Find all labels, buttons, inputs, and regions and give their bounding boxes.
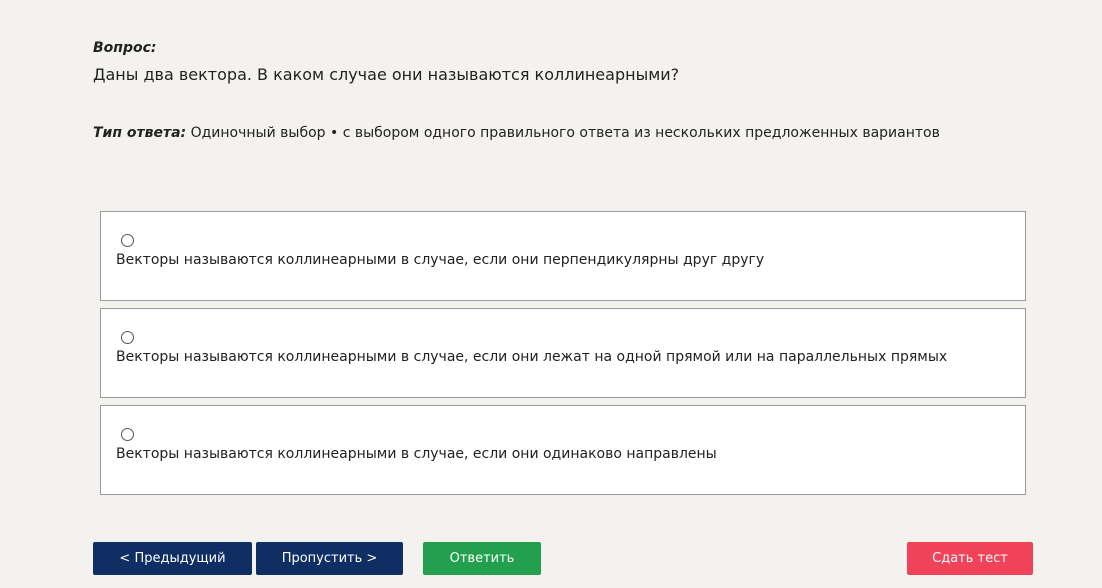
question-label: Вопрос: bbox=[93, 40, 157, 56]
radio-button[interactable] bbox=[121, 331, 134, 344]
answer-type-value: Одиночный выбор • с выбором одного прави… bbox=[186, 125, 940, 141]
answer-type: Тип ответа: Одиночный выбор • с выбором … bbox=[93, 125, 940, 141]
answer-option-text: Векторы называются коллинеарными в случа… bbox=[116, 252, 765, 268]
answer-button[interactable]: Ответить bbox=[423, 542, 541, 575]
radio-button[interactable] bbox=[121, 234, 134, 247]
previous-button[interactable]: < Предыдущий bbox=[93, 542, 252, 575]
answer-option[interactable]: Векторы называются коллинеарными в случа… bbox=[100, 211, 1026, 301]
answer-option[interactable]: Векторы называются коллинеарными в случа… bbox=[100, 405, 1026, 495]
radio-button[interactable] bbox=[121, 428, 134, 441]
answer-option[interactable]: Векторы называются коллинеарными в случа… bbox=[100, 308, 1026, 398]
submit-test-button[interactable]: Сдать тест bbox=[907, 542, 1033, 575]
answer-options: Векторы называются коллинеарными в случа… bbox=[100, 211, 1026, 502]
skip-button[interactable]: Пропустить > bbox=[256, 542, 403, 575]
answer-type-label: Тип ответа: bbox=[93, 125, 187, 141]
answer-option-text: Векторы называются коллинеарными в случа… bbox=[116, 446, 717, 462]
answer-option-text: Векторы называются коллинеарными в случа… bbox=[116, 349, 948, 365]
question-text: Даны два вектора. В каком случае они наз… bbox=[93, 65, 680, 84]
